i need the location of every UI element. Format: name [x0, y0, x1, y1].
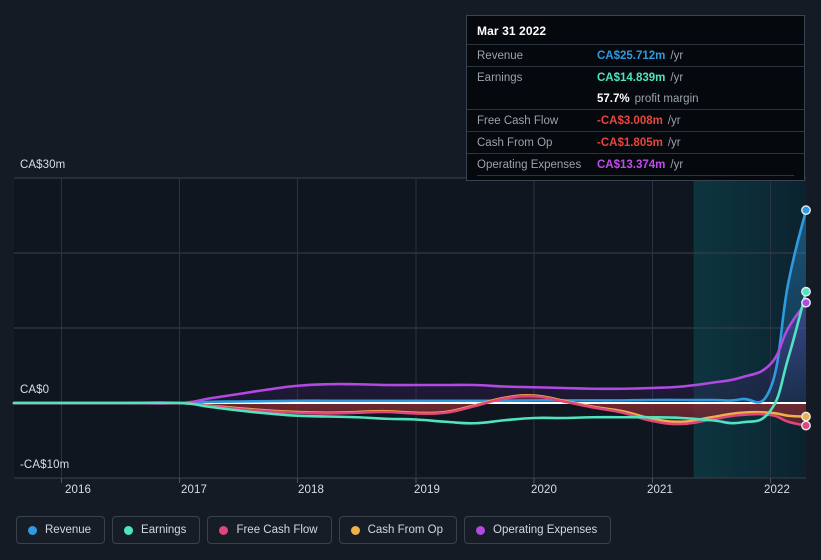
y-axis-label-bottom: -CA$10m [20, 459, 70, 471]
tooltip-label-cash-from-op: Cash From Op [477, 136, 553, 149]
tooltip-row-profit-margin: 57.7% profit margin [467, 88, 804, 109]
legend-label-earnings: Earnings [141, 524, 187, 536]
tooltip-label-earnings: Earnings [477, 71, 523, 84]
x-axis-label-2017: 2017 [181, 484, 207, 496]
tooltip-row-cash-from-op: Cash From Op -CA$1.805m /yr [467, 131, 804, 153]
legend-item-revenue[interactable]: Revenue [16, 516, 106, 544]
tooltip-row-free-cash-flow: Free Cash Flow -CA$3.008m /yr [467, 109, 804, 131]
legend-item-earnings[interactable]: Earnings [112, 516, 201, 544]
tooltip-value-operating-expenses: CA$13.374m [597, 158, 666, 171]
tooltip-unit-cash-from-op: /yr [667, 136, 681, 149]
legend-dot-earnings-icon [124, 525, 134, 535]
tooltip-unit-earnings: /yr [670, 71, 684, 84]
legend-label-revenue: Revenue [45, 524, 92, 536]
legend-dot-revenue-icon [28, 525, 37, 535]
tooltip-label-revenue: Revenue [477, 49, 524, 62]
legend-item-free-cash-flow[interactable]: Free Cash Flow [207, 516, 332, 544]
legend-dot-free-cash-flow-icon [219, 525, 229, 535]
legend-label-free-cash-flow: Free Cash Flow [236, 524, 318, 536]
tooltip-unit-operating-expenses: /yr [670, 158, 684, 171]
x-axis-label-2019: 2019 [414, 484, 440, 496]
legend-dot-cash-from-op-icon [350, 525, 360, 535]
x-axis-label-2018: 2018 [298, 484, 324, 496]
tooltip-row-operating-expenses: Operating Expenses CA$13.374m /yr [467, 153, 804, 175]
tooltip-label-operating-expenses: Operating Expenses [477, 158, 582, 171]
chart-tooltip: Mar 31 2022 Revenue CA$25.712m /yr Earni… [466, 15, 805, 181]
legend-dot-operating-expenses-icon [476, 525, 486, 535]
tooltip-value-earnings: CA$14.839m [597, 71, 666, 84]
y-axis-label-top: CA$30m [20, 159, 66, 171]
tooltip-value-cash-from-op: -CA$1.805m [597, 136, 663, 149]
x-axis-label-2021: 2021 [647, 484, 673, 496]
legend-label-cash-from-op: Cash From Op [367, 524, 444, 536]
tooltip-row-revenue: Revenue CA$25.712m /yr [467, 44, 804, 66]
tooltip-unit-revenue: /yr [670, 49, 684, 62]
chart-page: CA$30m CA$0 -CA$10m 2016 2017 2018 2019 … [0, 0, 821, 560]
tooltip-value-profit-margin: 57.7% [597, 92, 630, 105]
tooltip-row-earnings: Earnings CA$14.839m /yr [467, 66, 804, 88]
tooltip-date: Mar 31 2022 [477, 24, 547, 38]
tooltip-bottom-divider [477, 175, 794, 176]
tooltip-value-free-cash-flow: -CA$3.008m [597, 114, 663, 127]
y-axis-label-zero: CA$0 [20, 384, 50, 396]
tooltip-label-free-cash-flow: Free Cash Flow [477, 114, 559, 127]
tooltip-unit-profit-margin: profit margin [634, 92, 699, 105]
x-axis-label-2020: 2020 [531, 484, 557, 496]
x-axis-label-2016: 2016 [65, 484, 91, 496]
tooltip-unit-free-cash-flow: /yr [667, 114, 681, 127]
chart-legend: Revenue Earnings Free Cash Flow Cash Fro… [16, 516, 612, 544]
legend-item-cash-from-op[interactable]: Cash From Op [338, 516, 458, 544]
legend-item-operating-expenses[interactable]: Operating Expenses [464, 516, 612, 544]
tooltip-value-revenue: CA$25.712m [597, 49, 666, 62]
x-axis-label-2022: 2022 [764, 484, 790, 496]
legend-label-operating-expenses: Operating Expenses [493, 524, 598, 536]
